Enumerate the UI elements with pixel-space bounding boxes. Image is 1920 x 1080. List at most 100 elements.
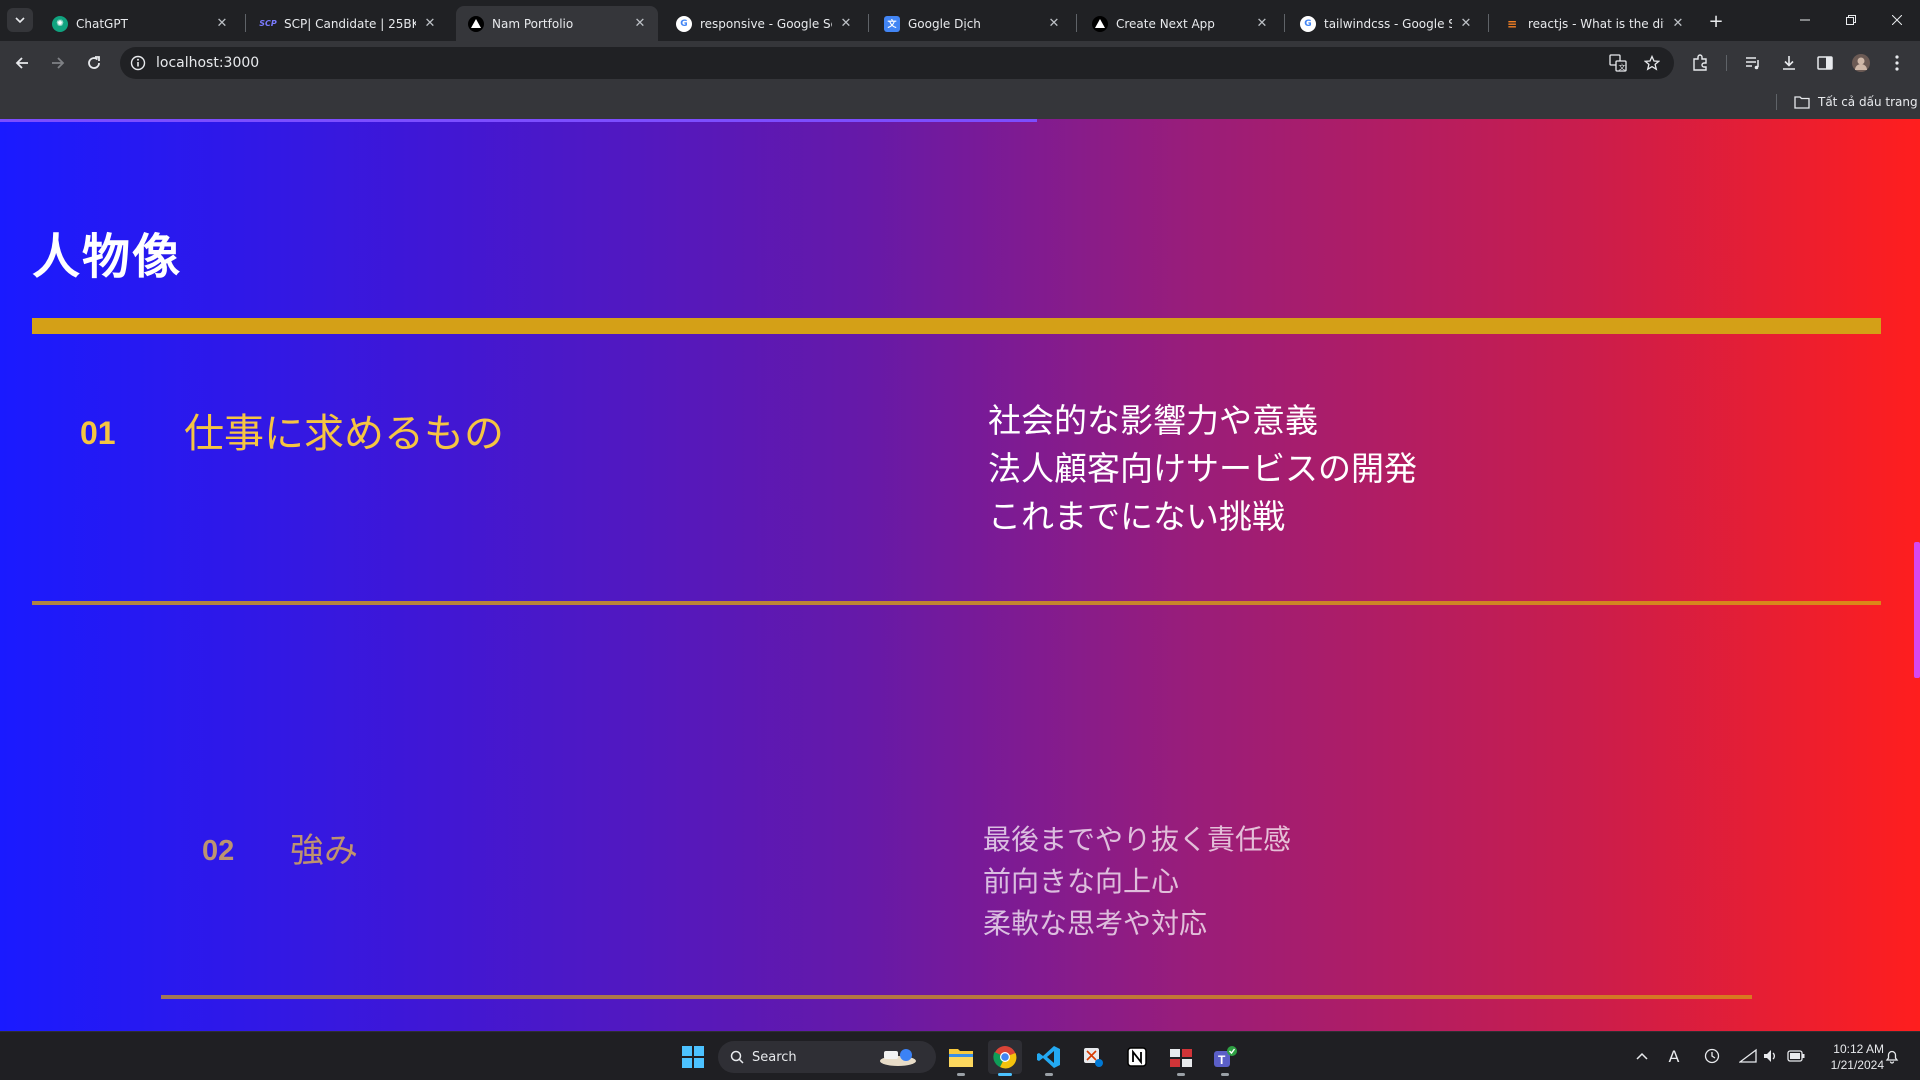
scrollbar-thumb[interactable] [1914,542,1920,678]
new-tab-button[interactable]: + [1704,9,1728,33]
running-indicator [998,1073,1012,1076]
notion-icon[interactable] [1120,1040,1154,1074]
tab-title: responsive - Google Search [700,16,832,31]
forward-button[interactable] [44,49,72,77]
row-item-list: 社会的な影響力や意義 法人顧客向けサービスの開発 これまでにない挑戦 [988,397,1417,541]
extensions-icon[interactable] [1689,52,1711,74]
arrow-left-icon [15,57,28,69]
vscode-icon[interactable] [1032,1040,1066,1076]
battery-icon[interactable] [1786,1046,1806,1066]
site-info-icon[interactable] [128,53,148,73]
tab-nam-portfolio[interactable]: Nam Portfolio ✕ [456,6,658,41]
minimize-button[interactable] [1782,0,1828,40]
scroll-progress-fill [0,119,1037,122]
network-icon[interactable] [1738,1046,1758,1066]
system-clock[interactable]: 10:12 AM 1/21/2024 [1814,1041,1884,1073]
media-queue-icon[interactable] [1742,52,1764,74]
download-icon[interactable] [1778,52,1800,74]
row-heading: 強み [290,831,358,871]
list-item: 最後までやり抜く責任感 [983,823,1292,856]
arrow-right-icon [52,57,65,69]
close-icon[interactable]: ✕ [1670,16,1686,32]
close-icon[interactable]: ✕ [1046,16,1062,32]
portfolio-page[interactable]: 人物像 01 仕事に求めるもの 社会的な影響力や意義 法人顧客向けサービスの開発… [0,119,1920,1031]
restore-button[interactable] [1828,0,1874,40]
tab-separator [1284,14,1285,32]
all-bookmarks-label: Tất cả dấu trang [1818,95,1918,109]
svg-text:T: T [1218,1053,1226,1067]
address-bar[interactable]: localhost:3000 文 [120,47,1674,79]
folder-icon [1794,96,1810,109]
gallery-app-icon[interactable] [1164,1040,1198,1076]
back-button[interactable] [8,49,36,77]
tab-separator [1076,14,1077,32]
running-indicator [1221,1073,1229,1076]
browser-toolbar: localhost:3000 文 [0,41,1920,85]
row-heading: 仕事に求めるもの [184,411,504,457]
bookmarks-bar: Tất cả dấu trang [0,85,1920,119]
file-explorer-icon[interactable] [944,1040,978,1076]
tab-separator [245,14,246,32]
taskbar-search[interactable]: Search [718,1041,936,1073]
close-icon[interactable]: ✕ [632,16,648,32]
side-panel-icon[interactable] [1814,52,1836,74]
tab-create-next-app[interactable]: Create Next App ✕ [1080,6,1280,41]
start-button[interactable] [676,1040,710,1074]
notification-bell-icon[interactable] [1882,1046,1902,1066]
tab-scp-candidate[interactable]: SCP SCP| Candidate | 25BKA58 ✕ [248,6,448,41]
tab-chatgpt[interactable]: ✺ ChatGPT ✕ [40,6,240,41]
close-icon[interactable]: ✕ [1254,16,1270,32]
teams-icon[interactable]: T [1208,1040,1242,1076]
reload-button[interactable] [80,49,108,77]
clock-date: 1/21/2024 [1830,1058,1884,1072]
vercel-icon [1092,15,1108,32]
close-icon[interactable]: ✕ [214,16,230,32]
close-icon [1892,15,1902,25]
chrome-icon[interactable] [988,1040,1022,1076]
tab-search-button[interactable] [7,8,33,32]
restore-icon [1846,15,1856,25]
bookmark-star-icon[interactable] [1642,53,1662,73]
tab-reactjs-stackoverflow[interactable]: ≡ reactjs - What is the difference ✕ [1492,6,1696,41]
tab-title: ChatGPT [76,16,128,31]
running-indicator [957,1073,965,1076]
snipping-tool-icon[interactable] [1076,1040,1110,1074]
vercel-icon [468,15,484,32]
row-divider [161,995,1752,999]
close-icon[interactable]: ✕ [422,16,438,32]
section-title: 人物像 [32,229,183,285]
all-bookmarks-button[interactable]: Tất cả dấu trang [1794,92,1918,112]
scp-icon: SCP [259,19,277,28]
tab-google-translate[interactable]: 文 Google Dịch ✕ [872,6,1072,41]
minimize-icon [1800,19,1810,21]
row-number: 01 [80,415,116,451]
list-item: 前向きな向上心 [983,865,1180,898]
url-text[interactable]: localhost:3000 [156,55,259,71]
svg-text:文: 文 [1619,63,1626,72]
close-window-button[interactable] [1874,0,1920,40]
tab-title: Create Next App [1116,16,1215,31]
input-method-icon[interactable]: A [1664,1046,1684,1066]
close-icon[interactable]: ✕ [1458,16,1474,32]
profile-avatar-icon[interactable] [1850,52,1872,74]
volume-icon[interactable] [1760,1046,1780,1066]
tab-responsive-search[interactable]: G responsive - Google Search ✕ [664,6,864,41]
running-indicator [1045,1073,1053,1076]
stackoverflow-icon: ≡ [1506,16,1518,31]
tab-tailwindcss-search[interactable]: G tailwindcss - Google Search ✕ [1288,6,1484,41]
chatgpt-icon: ✺ [52,15,68,32]
chevron-down-icon [15,17,25,24]
bookmarks-separator [1776,94,1777,110]
row-item-list: 最後までやり抜く責任感 前向きな向上心 柔軟な思考や対応 [983,819,1291,945]
sync-status-icon[interactable] [1702,1046,1722,1066]
tab-title: SCP| Candidate | 25BKA58 [284,16,416,31]
list-item: 社会的な影響力や意義 [988,401,1318,440]
close-icon[interactable]: ✕ [838,16,854,32]
search-icon [730,1050,744,1064]
menu-icon[interactable] [1886,52,1908,74]
row-divider [32,601,1881,605]
translate-icon[interactable]: 文 [1608,53,1628,73]
show-hidden-icons-chevron-icon[interactable] [1632,1046,1652,1066]
list-item: これまでにない挑戦 [988,497,1285,536]
running-indicator [1177,1073,1185,1076]
